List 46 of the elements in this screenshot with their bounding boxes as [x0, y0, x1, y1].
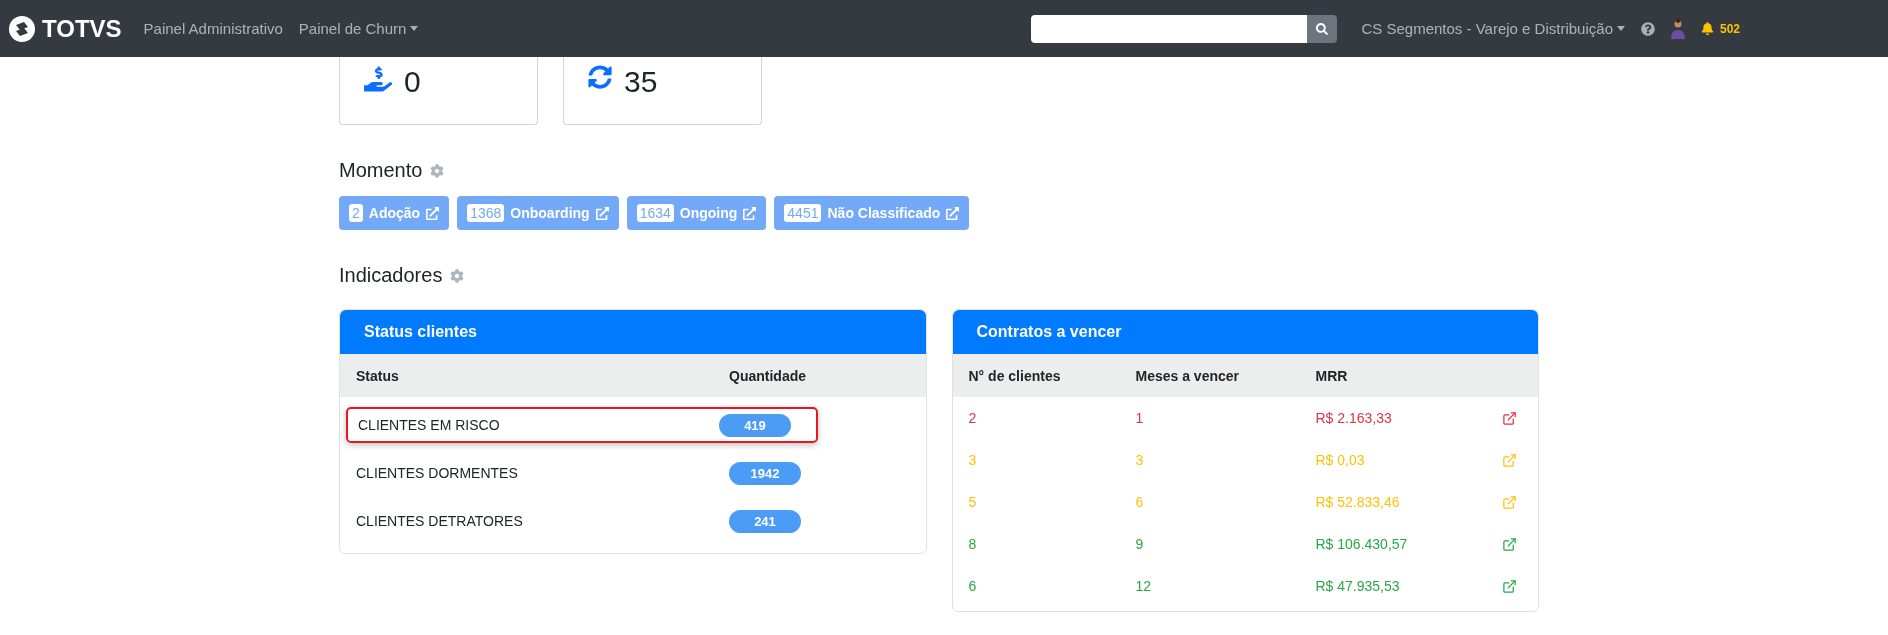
- brand-name[interactable]: TOTVS: [42, 14, 122, 43]
- column-header: Quantidade: [729, 367, 807, 384]
- count-pill: 1942: [729, 461, 801, 485]
- column-header: N° de clientes: [968, 367, 1062, 384]
- summary-value: 0: [404, 65, 421, 99]
- avatar-icon[interactable]: [1668, 18, 1687, 39]
- sync-icon: [588, 65, 612, 89]
- summary-value: 35: [624, 65, 658, 99]
- table-cell-text: R$ 52.833,46: [1315, 494, 1401, 510]
- column-header: Meses a vencer: [1135, 367, 1241, 384]
- count-pill: 419: [719, 413, 791, 437]
- table-cell-text: 12: [1135, 578, 1153, 594]
- notification-count: 502: [1719, 21, 1740, 36]
- hand-dollar-icon: [364, 65, 392, 93]
- totvs-logo-icon: [8, 14, 36, 43]
- table-cell-text: CLIENTES DETRATORES: [356, 513, 524, 529]
- segment-dropdown[interactable]: CS Segmentos - Varejo e Distribuição: [1361, 20, 1625, 37]
- column-header: MRR: [1315, 367, 1349, 384]
- search-button[interactable]: [1307, 14, 1338, 43]
- section-title: Indicadores: [339, 264, 443, 287]
- panel-title: Status clientes: [340, 310, 926, 354]
- table-cell-text: 6: [968, 578, 978, 594]
- bell-icon[interactable]: [1700, 22, 1714, 35]
- column-header: Status: [356, 367, 400, 384]
- table-cell-text: 2: [968, 410, 978, 426]
- search-field[interactable]: [1031, 14, 1308, 43]
- search-icon: [1316, 22, 1329, 35]
- table-cell-text: 8: [968, 536, 978, 552]
- count-pill: 241: [729, 509, 801, 533]
- nav-link[interactable]: Painel Administrativo: [143, 20, 283, 37]
- help-icon[interactable]: [1640, 21, 1655, 36]
- table-cell-text: 5: [968, 494, 978, 510]
- table-cell-text: R$ 106.430,57: [1315, 536, 1409, 552]
- table-cell-text: 1: [1135, 410, 1145, 426]
- nav-link[interactable]: Painel de Churn: [298, 20, 419, 37]
- table-cell-text: R$ 2.163,33: [1315, 410, 1393, 426]
- table-cell-text: R$ 47.935,53: [1315, 578, 1401, 594]
- table-cell-text: 3: [968, 452, 978, 468]
- table-cell-text: 9: [1135, 536, 1145, 552]
- table-cell-text: 3: [1135, 452, 1145, 468]
- panel-title: Contratos a vencer: [952, 310, 1538, 354]
- section-title: Momento: [339, 159, 423, 182]
- table-cell-text: 6: [1135, 494, 1145, 510]
- table-cell-text: CLIENTES EM RISCO: [358, 417, 501, 433]
- table-cell-text: R$ 0,03: [1315, 452, 1366, 468]
- table-cell-text: CLIENTES DORMENTES: [356, 465, 519, 481]
